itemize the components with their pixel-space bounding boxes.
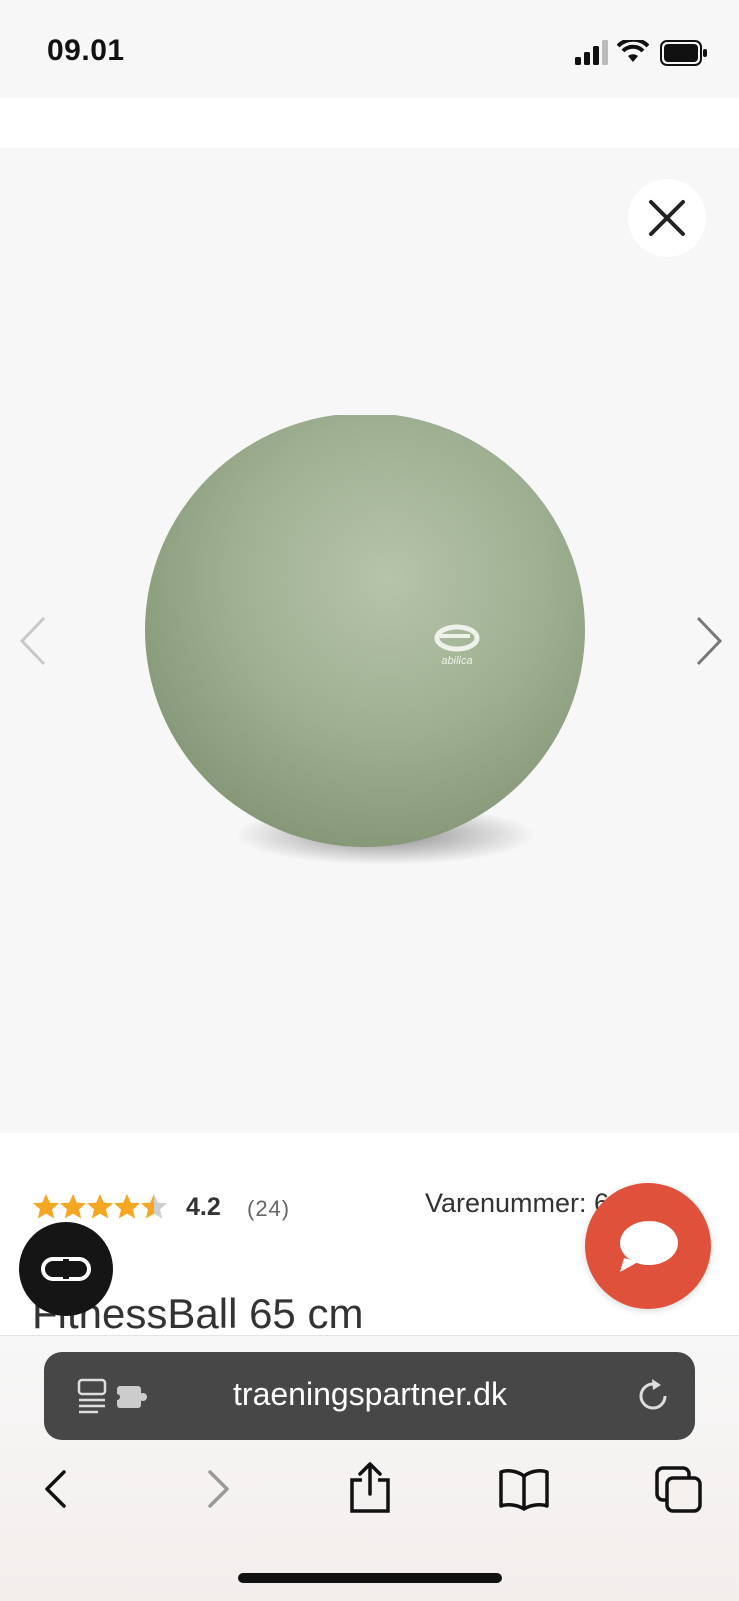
compare-icon bbox=[41, 1257, 91, 1281]
sku-label: Varenummer: 6 bbox=[425, 1188, 610, 1218]
bookmarks-icon[interactable] bbox=[498, 1466, 550, 1512]
chevron-left-icon[interactable] bbox=[10, 604, 60, 674]
svg-text:abilica: abilica bbox=[441, 655, 472, 667]
share-icon[interactable] bbox=[346, 1462, 394, 1514]
close-icon bbox=[649, 200, 685, 236]
chevron-right-icon[interactable] bbox=[682, 604, 732, 674]
home-indicator bbox=[238, 1573, 502, 1583]
tabs-icon[interactable] bbox=[655, 1466, 703, 1514]
chat-button[interactable] bbox=[585, 1183, 711, 1309]
wifi-icon bbox=[617, 40, 649, 62]
battery-icon bbox=[660, 40, 707, 66]
chat-bubble-icon bbox=[620, 1221, 678, 1272]
reader-icon[interactable] bbox=[76, 1378, 152, 1416]
forward-icon[interactable] bbox=[194, 1466, 240, 1512]
compare-button[interactable] bbox=[19, 1222, 113, 1316]
back-icon[interactable] bbox=[34, 1466, 80, 1512]
rating-value: 4.2 bbox=[186, 1193, 221, 1221]
url-text[interactable]: traeningspartner.dk bbox=[155, 1376, 585, 1413]
review-count[interactable]: (24) bbox=[247, 1196, 290, 1222]
rating-stars bbox=[33, 1194, 167, 1219]
close-button[interactable] bbox=[628, 179, 706, 257]
signal-icon bbox=[575, 40, 608, 65]
header-strip bbox=[0, 98, 739, 148]
product-image: abilica bbox=[145, 415, 585, 865]
reload-icon[interactable] bbox=[634, 1377, 672, 1415]
extension-icon bbox=[114, 1386, 147, 1408]
status-time: 09.01 bbox=[47, 34, 125, 67]
